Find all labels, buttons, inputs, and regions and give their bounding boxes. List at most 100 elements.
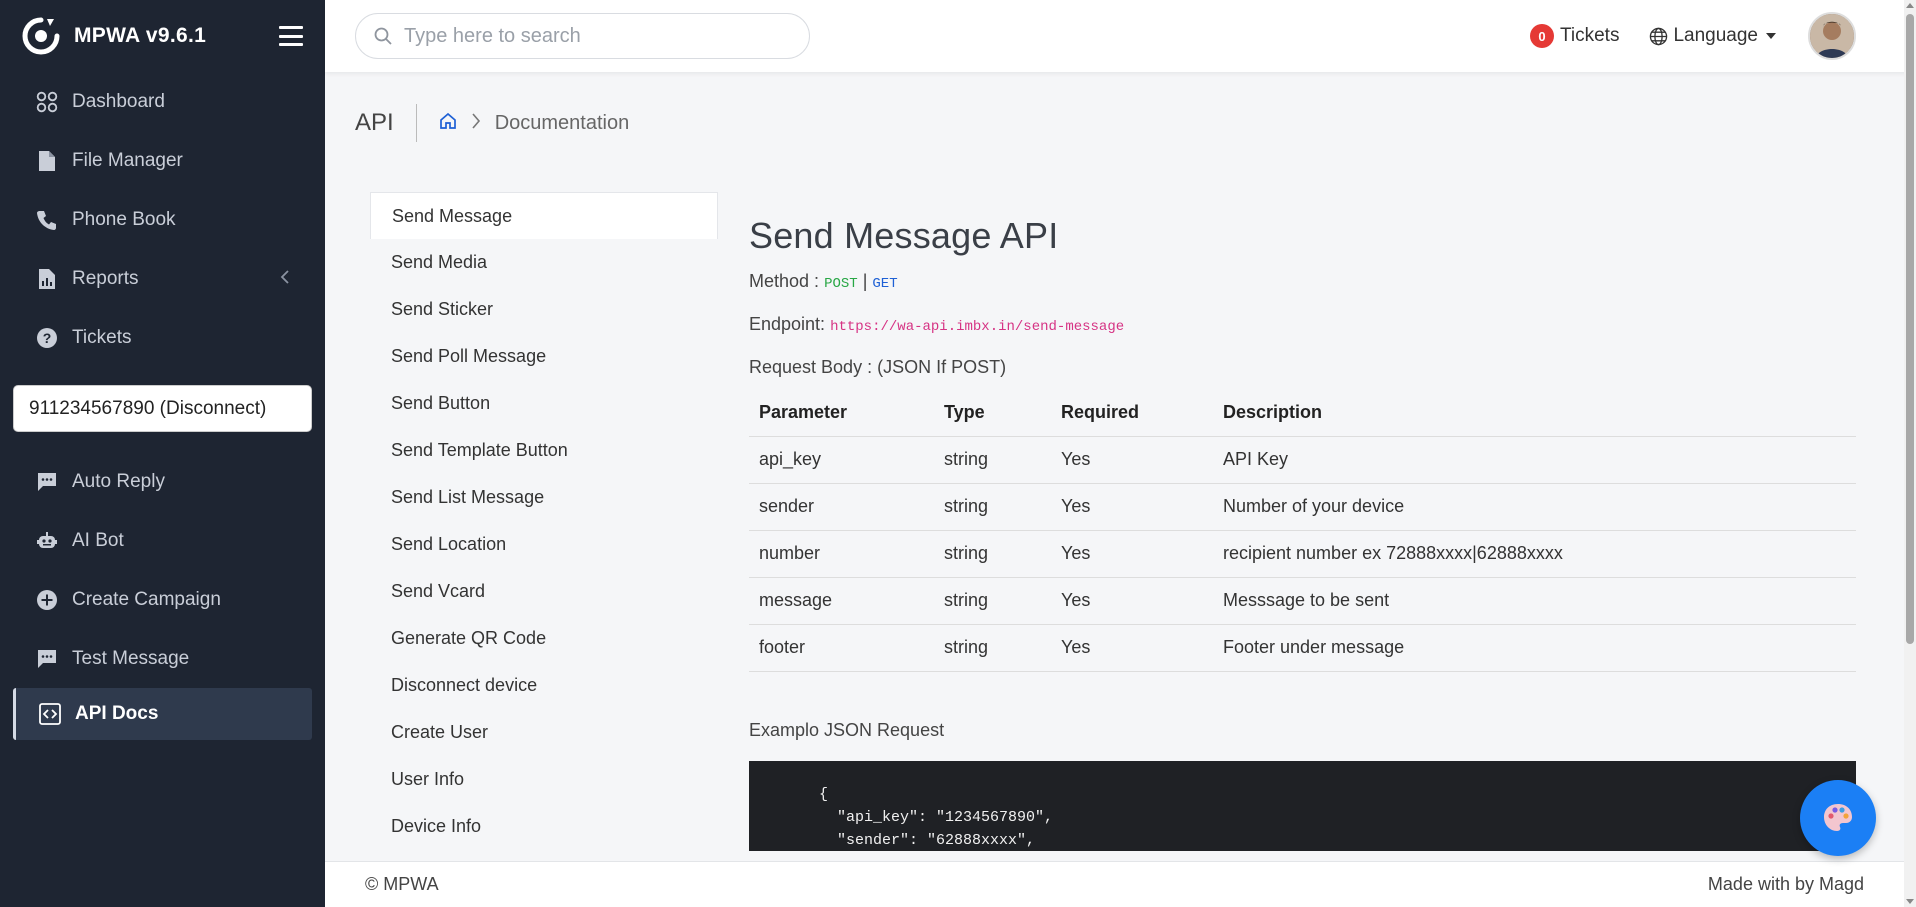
language-dropdown[interactable]: Language [1649, 25, 1776, 47]
table-cell: string [934, 624, 1051, 672]
scrollbar-thumb[interactable] [1906, 14, 1914, 644]
page-scrollbar[interactable] [1904, 0, 1916, 907]
sidebar-item-label: Create Campaign [72, 588, 221, 610]
file-icon [35, 149, 59, 173]
sidebar-item-auto-reply[interactable]: Auto Reply [0, 452, 325, 511]
sidebar-item-label: Test Message [72, 647, 190, 669]
table-cell: number [749, 530, 934, 578]
sidebar-item-test-message[interactable]: Test Message [0, 629, 325, 688]
sidebar-item-api-docs[interactable]: API Docs [13, 688, 312, 740]
doc-nav-send-sticker[interactable]: Send Sticker [370, 286, 718, 333]
doc-nav-send-button[interactable]: Send Button [370, 380, 718, 427]
doc-nav-disconnect-device[interactable]: Disconnect device [370, 662, 718, 709]
sidebar-item-label: Reports [72, 267, 139, 289]
device-select[interactable]: 911234567890 (Disconnect) [13, 385, 312, 432]
sidebar-item-dashboard[interactable]: Dashboard [0, 72, 325, 131]
sidebar-item-ai-bot[interactable]: AI Bot [0, 511, 325, 570]
scroll-down-icon[interactable] [1906, 899, 1914, 904]
code-icon [38, 702, 62, 726]
sidebar-item-label: AI Bot [72, 529, 124, 551]
table-row: footer string Yes Footer under message [749, 624, 1856, 672]
method-label: Method : [749, 271, 820, 291]
doc-nav: Send Message Send Media Send Sticker Sen… [370, 192, 718, 850]
page-title: API [355, 104, 417, 142]
table-header: Description [1213, 390, 1856, 437]
sidebar-nav: Dashboard File Manager Phone Book Report… [0, 72, 325, 367]
topbar: 0 Tickets Language [325, 0, 1916, 72]
api-title: Send Message API [749, 215, 1059, 256]
robot-icon [35, 529, 59, 553]
table-cell: footer [749, 624, 934, 672]
question-icon: ? [35, 326, 59, 350]
sidebar-item-phone-book[interactable]: Phone Book [0, 190, 325, 249]
code-line: "sender": "62888xxxx", [819, 831, 1036, 849]
code-line: { [819, 785, 829, 803]
code-block: { "api_key": "1234567890", "sender": "62… [749, 760, 1856, 851]
sidebar-item-label: Dashboard [72, 90, 165, 112]
doc-nav-send-template-button[interactable]: Send Template Button [370, 427, 718, 474]
sidebar-item-label: File Manager [72, 149, 183, 171]
search-icon [374, 27, 392, 45]
table-header: Required [1051, 390, 1213, 437]
table-cell: api_key [749, 436, 934, 484]
code-line: "api_key": "1234567890", [819, 808, 1054, 826]
globe-icon [1650, 27, 1668, 45]
svg-text:?: ? [43, 330, 52, 346]
table-cell: string [934, 577, 1051, 625]
table-row: sender string Yes Number of your device [749, 483, 1856, 531]
doc-nav-create-user[interactable]: Create User [370, 709, 718, 756]
table-cell: recipient number ex 72888xxxx|62888xxxx [1213, 530, 1856, 578]
app-name: MPWA v9.6.1 [74, 24, 207, 47]
tickets-link[interactable]: 0 Tickets [1529, 24, 1619, 48]
doc-nav-device-info[interactable]: Device Info [370, 803, 718, 850]
table-header: Parameter [749, 390, 934, 437]
sidebar-item-tickets[interactable]: ? Tickets [0, 308, 325, 367]
method-get: GET [872, 276, 898, 292]
theme-palette-button[interactable] [1800, 780, 1876, 856]
topbar-actions: 0 Tickets Language [1529, 12, 1856, 60]
doc-nav-send-poll-message[interactable]: Send Poll Message [370, 333, 718, 380]
breadcrumb-current: Documentation [494, 111, 630, 134]
palette-icon [1824, 804, 1852, 831]
table-row: api_key string Yes API Key [749, 436, 1856, 484]
table-cell: sender [749, 483, 934, 531]
table-row: message string Yes Messsage to be sent [749, 577, 1856, 625]
method-post: POST [824, 276, 858, 292]
sidebar-item-create-campaign[interactable]: Create Campaign [0, 570, 325, 629]
phone-icon [35, 208, 59, 232]
params-table: Parameter Type Required Description api_… [749, 390, 1856, 672]
doc-nav-send-message[interactable]: Send Message [370, 192, 718, 239]
table-row: number string Yes recipient number ex 72… [749, 530, 1856, 578]
chat-icon [35, 470, 59, 494]
doc-nav-send-media[interactable]: Send Media [370, 239, 718, 286]
plus-circle-icon [35, 588, 59, 612]
sidebar-item-label: API Docs [75, 703, 159, 724]
footer-credit: Made with by Magd [1707, 874, 1864, 894]
endpoint-label: Endpoint: [749, 314, 826, 334]
sidebar-item-reports[interactable]: Reports [0, 249, 325, 308]
sidebar-item-file-manager[interactable]: File Manager [0, 131, 325, 190]
search-input[interactable] [404, 24, 784, 48]
endpoint-url: https://wa-api.imbx.in/send-message [830, 319, 1125, 335]
doc-nav-generate-qr-code[interactable]: Generate QR Code [370, 615, 718, 662]
menu-toggle-button[interactable] [279, 26, 303, 46]
chevron-right-icon [471, 112, 481, 134]
doc-nav-send-location[interactable]: Send Location [370, 521, 718, 568]
caret-down-icon [1766, 33, 1776, 39]
table-cell: Number of your device [1213, 483, 1856, 531]
sidebar-nav-secondary: Auto Reply AI Bot Create Campaign Test M… [0, 452, 325, 740]
breadcrumb: API Documentation [355, 104, 629, 142]
doc-nav-send-list-message[interactable]: Send List Message [370, 474, 718, 521]
table-cell: Yes [1051, 436, 1213, 484]
grid-icon [35, 90, 59, 114]
language-label: Language [1673, 25, 1758, 46]
scroll-up-icon[interactable] [1906, 3, 1914, 8]
request-body-label: Request Body : (JSON If POST) [749, 357, 1007, 377]
doc-nav-send-vcard[interactable]: Send Vcard [370, 568, 718, 615]
brand: MPWA v9.6.1 [0, 0, 325, 72]
home-icon[interactable] [439, 112, 457, 135]
avatar[interactable] [1808, 12, 1856, 60]
table-cell: string [934, 483, 1051, 531]
doc-nav-user-info[interactable]: User Info [370, 756, 718, 803]
chat-icon [35, 647, 59, 671]
